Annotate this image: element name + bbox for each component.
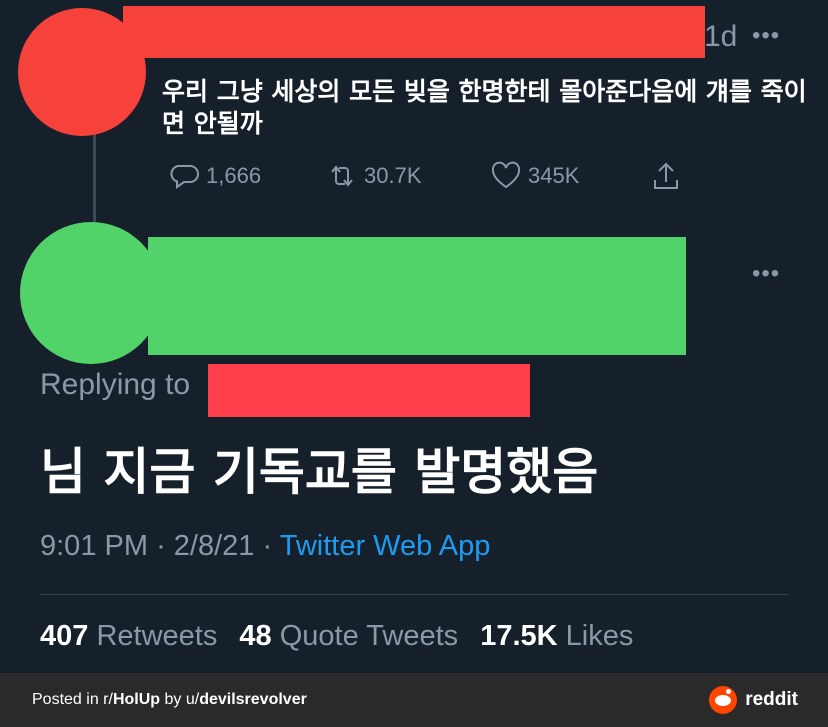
replying-to-redaction[interactable]	[208, 364, 530, 417]
share-button[interactable]	[650, 160, 682, 192]
reddit-brand: reddit	[709, 686, 798, 714]
username-redaction	[148, 237, 686, 355]
retweet-button[interactable]: 30.7K	[326, 160, 422, 192]
quote-tweets-count: 48	[239, 620, 272, 652]
tweet-time[interactable]: 9:01 PM	[40, 530, 148, 562]
retweet-icon	[331, 165, 353, 187]
tweet-actions: 1,666 30.7K 345K	[168, 160, 698, 200]
username-redaction	[123, 6, 705, 58]
posted-in-label: Posted in r/	[32, 691, 113, 708]
reply-button[interactable]: 1,666	[168, 160, 261, 192]
tweet-meta: 9:01 PM · 2/8/21 · Twitter Web App	[40, 530, 490, 563]
likes-count: 17.5K	[480, 620, 558, 652]
retweets-stat[interactable]: 407 Retweets	[40, 620, 217, 652]
divider	[40, 594, 788, 595]
quote-tweets-label: Quote Tweets	[279, 620, 459, 652]
more-options-icon[interactable]: •••	[752, 260, 780, 288]
quote-tweets-stat[interactable]: 48 Quote Tweets	[239, 620, 458, 652]
tweet-text: 우리 그냥 세상의 모든 빚을 한명한테 몰아준다음에 걔를 죽이면 안될까	[162, 77, 807, 138]
reply-icon	[170, 165, 199, 189]
reddit-footer: Posted in r/HolUp by u/devilsrevolver re…	[0, 673, 828, 727]
retweet-count: 30.7K	[364, 163, 422, 188]
avatar-redacted[interactable]	[20, 222, 162, 364]
reply-count: 1,666	[206, 163, 262, 188]
reddit-logo-icon	[709, 686, 738, 714]
likes-label: Likes	[565, 620, 634, 652]
by-label: by u/	[160, 691, 200, 708]
replying-to-label: Replying to	[40, 368, 191, 401]
tweet-timestamp[interactable]: 1d	[704, 20, 737, 54]
heart-icon	[491, 161, 521, 189]
post-attribution: Posted in r/HolUp by u/devilsrevolver	[32, 691, 307, 709]
like-button[interactable]: 345K	[490, 160, 579, 192]
retweets-label: Retweets	[96, 620, 218, 652]
separator: ·	[262, 530, 273, 562]
tweet-stats: 407 Retweets 48 Quote Tweets 17.5K Likes	[40, 620, 647, 653]
subreddit-link[interactable]: HolUp	[113, 691, 160, 708]
like-count: 345K	[528, 163, 580, 188]
tweet-source-link[interactable]: Twitter Web App	[280, 530, 491, 562]
likes-stat[interactable]: 17.5K Likes	[480, 620, 633, 652]
username-link[interactable]: devilsrevolver	[199, 691, 307, 708]
separator: ·	[156, 530, 166, 562]
thread-connector-line	[93, 130, 96, 225]
tweet-date[interactable]: 2/8/21	[174, 530, 255, 562]
share-icon	[654, 162, 678, 189]
reddit-wordmark: reddit	[745, 689, 798, 710]
tweet-text: 님 지금 기독교를 발명했음	[40, 443, 599, 501]
retweets-count: 407	[40, 620, 89, 652]
more-options-icon[interactable]: •••	[752, 22, 780, 50]
